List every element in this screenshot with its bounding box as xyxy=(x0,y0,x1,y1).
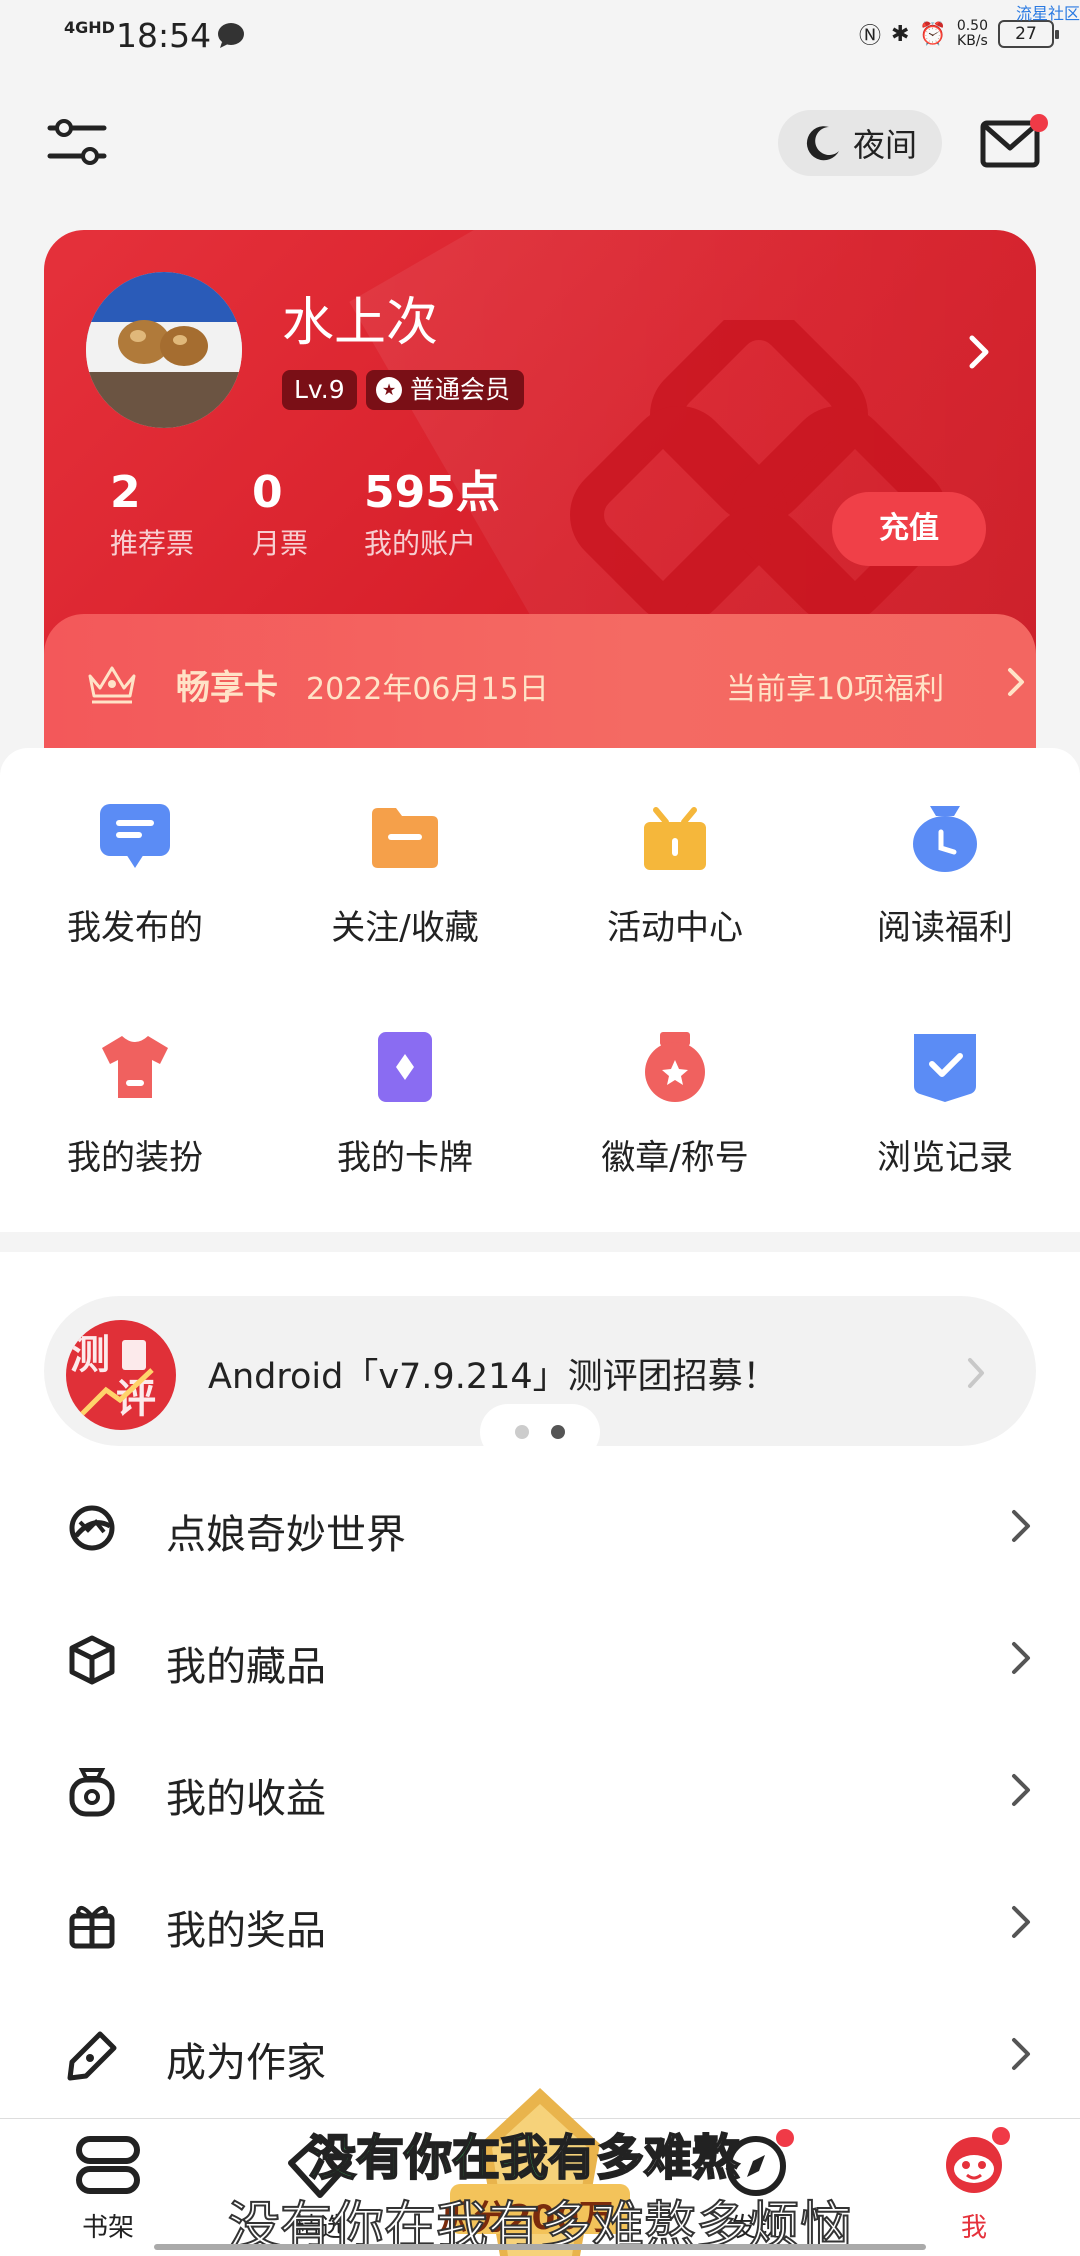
settings-sliders-icon[interactable] xyxy=(46,116,108,170)
menu-row-wonder-world[interactable]: 点娘奇妙世界 xyxy=(0,1462,1080,1592)
banner-text: Android「v7.9.214」测评团招募！ xyxy=(208,1357,778,1397)
grid-item-follow-favorites[interactable]: 关注/收藏 xyxy=(270,800,540,949)
clock: 18:54 xyxy=(116,16,212,55)
pager-dot-active[interactable] xyxy=(551,1425,565,1439)
review-icon: 测 评 xyxy=(66,1320,176,1430)
chevron-right-icon xyxy=(1012,1906,1030,1938)
menu-row-collections[interactable]: 我的藏品 xyxy=(0,1594,1080,1724)
nav-bookshelf[interactable]: 书架 xyxy=(18,2119,198,2244)
bookshelf-icon xyxy=(76,2136,140,2194)
avatar[interactable] xyxy=(86,272,242,428)
network-speed: 0.50 KB/s xyxy=(956,18,988,49)
chevron-right-icon xyxy=(968,1358,984,1388)
chevron-right-icon[interactable] xyxy=(964,332,994,372)
pen-icon xyxy=(67,2031,117,2081)
clock-bag-icon xyxy=(913,806,977,872)
home-indicator[interactable] xyxy=(154,2244,926,2250)
status-bar: 4GHD 18:54 Ⓝ ✱ ⏰ 0.50 KB/s 27 流星社区 xyxy=(0,0,1080,76)
stat-monthly-votes[interactable]: 0 月票 xyxy=(252,468,308,562)
vip-benefit-text: 当前享10项福利 xyxy=(726,672,945,707)
grid-item-my-outfits[interactable]: 我的装扮 xyxy=(0,1030,270,1179)
menu-row-earnings[interactable]: 我的收益 xyxy=(0,1726,1080,1856)
card-icon xyxy=(378,1032,432,1102)
recharge-button[interactable]: 充值 xyxy=(832,492,986,566)
crown-icon xyxy=(88,666,136,704)
nav-me[interactable]: 我 xyxy=(884,2119,1064,2244)
grid-item-my-posts[interactable]: 我发布的 xyxy=(0,800,270,949)
feature-grid: 我发布的 关注/收藏 活动中心 阅读福利 我的装扮 我的卡牌 徽章/称号 浏览记… xyxy=(0,748,1080,1232)
notification-dot xyxy=(992,2127,1010,2145)
vip-card-date: 2022年06月15日 xyxy=(306,672,549,707)
alarm-icon: ⏰ xyxy=(919,21,947,47)
gift-box-icon xyxy=(644,807,706,870)
world-icon xyxy=(69,1505,115,1551)
grid-item-reading-welfare[interactable]: 阅读福利 xyxy=(810,800,1080,949)
notification-dot xyxy=(776,2129,794,2147)
night-mode-button[interactable]: 夜间 xyxy=(778,110,942,176)
moon-icon xyxy=(806,126,839,161)
vip-card-name: 畅享卡 xyxy=(176,668,278,708)
network-indicator: 4GHD xyxy=(64,18,115,37)
battery-indicator: 27 xyxy=(998,20,1059,48)
member-badge: ★ 普通会员 xyxy=(366,370,525,410)
grid-item-browsing-history[interactable]: 浏览记录 xyxy=(810,1030,1080,1179)
level-badge: Lv.9 xyxy=(282,370,357,410)
grid-item-activity-center[interactable]: 活动中心 xyxy=(540,800,810,949)
username: 水上次 xyxy=(282,293,439,353)
money-bag-icon xyxy=(69,1768,115,1817)
chevron-right-icon xyxy=(1012,1774,1030,1806)
menu-row-prizes[interactable]: 我的奖品 xyxy=(0,1858,1080,1988)
chevron-right-icon xyxy=(1012,1510,1030,1542)
shirt-icon xyxy=(102,1036,168,1098)
chevron-right-icon xyxy=(1012,1642,1030,1674)
chevron-right-icon xyxy=(1008,668,1024,696)
notification-dot xyxy=(1030,114,1048,132)
history-shield-icon xyxy=(914,1034,976,1102)
watermark-text: 流星社区 xyxy=(1015,4,1080,23)
pager-dot[interactable] xyxy=(515,1425,529,1439)
message-icon xyxy=(100,804,170,868)
subtitle-line-1: 没有你在我有多难熬 xyxy=(307,2129,741,2187)
star-icon: ★ xyxy=(376,377,402,403)
bluetooth-icon: ✱ xyxy=(890,21,910,47)
nfc-icon: Ⓝ xyxy=(858,24,881,49)
gift-icon xyxy=(69,1905,115,1949)
profile-card[interactable]: 水上次 Lv.9 ★ 普通会员 2 推荐票 0 月票 595点 我的账户 充值 … xyxy=(44,230,1036,790)
night-mode-label: 夜间 xyxy=(852,126,917,164)
medal-icon xyxy=(645,1032,705,1102)
chevron-right-icon xyxy=(1012,2038,1030,2070)
cube-icon xyxy=(69,1635,115,1685)
member-label: 普通会员 xyxy=(410,375,511,404)
stat-account[interactable]: 595点 我的账户 xyxy=(364,468,500,562)
folder-icon xyxy=(372,808,438,868)
banner-pager xyxy=(480,1404,600,1460)
grid-item-my-cards[interactable]: 我的卡牌 xyxy=(270,1030,540,1179)
chat-bubble-icon xyxy=(218,23,244,48)
grid-item-badges-titles[interactable]: 徽章/称号 xyxy=(540,1030,810,1179)
stat-recommend-votes[interactable]: 2 推荐票 xyxy=(110,468,194,562)
